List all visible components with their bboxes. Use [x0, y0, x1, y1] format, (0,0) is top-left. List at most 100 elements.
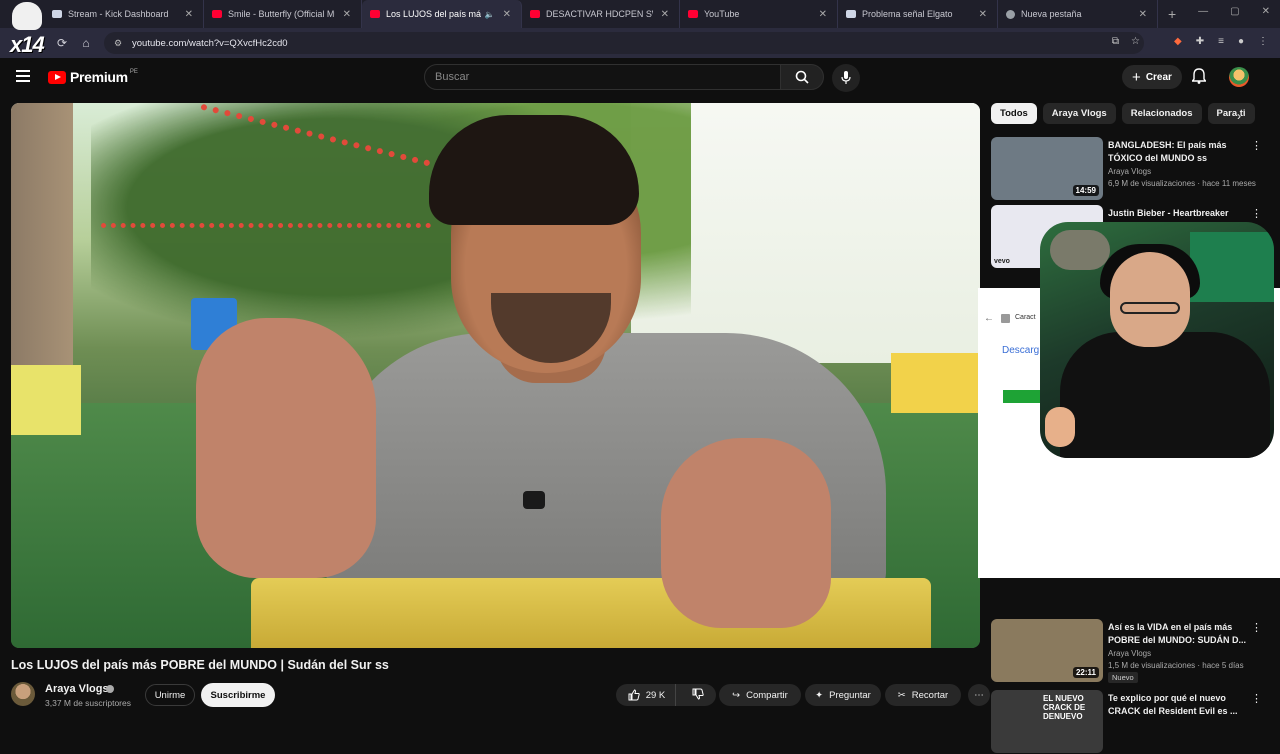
- video-thumbnail[interactable]: 22:11: [991, 619, 1103, 682]
- video-frame-person-hair: [429, 115, 639, 225]
- recommended-video-title[interactable]: BANGLADESH: El país más TÓXICO del MUNDO…: [1108, 139, 1248, 164]
- sparkle-icon: ✦: [815, 689, 824, 701]
- close-tab-icon[interactable]: ✕: [979, 9, 987, 20]
- join-button[interactable]: Unirme: [145, 684, 195, 706]
- video-thumbnail[interactable]: 14:59: [991, 137, 1103, 200]
- dislike-button[interactable]: [682, 688, 714, 703]
- install-app-icon[interactable]: ⧉: [1112, 36, 1119, 47]
- filter-chip[interactable]: Relacionados: [1121, 103, 1202, 124]
- channel-name[interactable]: Araya Vlogs: [45, 683, 109, 695]
- recommended-channel[interactable]: Araya Vlogs: [1108, 649, 1151, 658]
- browser-tab[interactable]: Nueva pestaña ✕: [998, 0, 1158, 28]
- close-window-icon[interactable]: ✕: [1262, 6, 1270, 17]
- more-dots-icon: ⋯: [974, 689, 984, 701]
- browser-tab-bar: Stream - Kick Dashboard ✕ Smile - Butterfl…: [0, 0, 1280, 28]
- home-icon[interactable]: ⌂: [74, 36, 98, 50]
- subscribe-button[interactable]: Suscribirme: [201, 683, 275, 707]
- video-frame-left-hand: [196, 318, 376, 578]
- scissors-icon: ✂: [897, 689, 906, 701]
- youtube-logo[interactable]: Premium PE: [48, 69, 138, 85]
- close-tab-icon[interactable]: ✕: [185, 9, 193, 20]
- browser-tab[interactable]: Los LUJOS del país más PO 🔈 ✕: [362, 0, 522, 28]
- voice-search-button[interactable]: [832, 64, 860, 92]
- mascot-hat-icon: [12, 2, 42, 30]
- tab-title: Problema señal Elgato: [862, 9, 953, 19]
- like-button[interactable]: 29 K: [618, 684, 677, 706]
- video-options-icon[interactable]: ⋮: [1251, 139, 1262, 152]
- browser-tab[interactable]: YouTube ✕: [680, 0, 838, 28]
- youtube-favicon-icon: [530, 10, 540, 18]
- tab-title: Nueva pestaña: [1021, 9, 1082, 19]
- extension-fox-icon[interactable]: ◆: [1174, 36, 1182, 47]
- recommended-video[interactable]: 14:59 BANGLADESH: El país más TÓXICO del …: [991, 137, 1271, 201]
- document-icon: [1001, 314, 1010, 323]
- back-arrow-icon[interactable]: ←: [984, 313, 994, 324]
- share-arrow-icon: ↪: [732, 689, 741, 701]
- webcam-mascot-icon: [1045, 407, 1075, 447]
- reload-icon[interactable]: ⟳: [50, 36, 74, 50]
- video-options-icon[interactable]: ⋮: [1251, 621, 1262, 634]
- webcam-microphone: [1050, 230, 1110, 270]
- more-actions-button[interactable]: ⋯: [968, 684, 990, 706]
- account-avatar[interactable]: [1229, 67, 1249, 87]
- browser-menu-icon[interactable]: ⋮: [1258, 36, 1268, 47]
- filter-chip[interactable]: Todos: [991, 103, 1037, 124]
- new-tab-icon[interactable]: +: [1168, 6, 1176, 22]
- audio-playing-icon[interactable]: 🔈: [485, 10, 495, 19]
- recommended-meta: 1,5 M de visualizaciones · hace 5 días: [1108, 661, 1244, 670]
- hamburger-menu-icon[interactable]: [16, 70, 30, 82]
- video-options-icon[interactable]: ⋮: [1251, 692, 1262, 705]
- recommended-video[interactable]: 22:11 Así es la VIDA en el país más POBRE…: [991, 619, 1271, 683]
- browser-address-bar: ⟳ ⌂ ⚙ youtube.com/watch?v=QXvcfHc2cd0 ⧉ …: [0, 28, 1280, 58]
- channel-avatar[interactable]: [11, 682, 35, 706]
- close-tab-icon[interactable]: ✕: [503, 9, 511, 20]
- extensions-puzzle-icon[interactable]: ✚: [1196, 36, 1204, 47]
- window-controls: — ▢ ✕: [1198, 6, 1270, 17]
- browser-tab[interactable]: Smile - Butterfly (Official Music ✕: [204, 0, 362, 28]
- video-thumbnail[interactable]: EL NUEVO CRACK DE DENUEVO: [991, 690, 1103, 753]
- search-input[interactable]: Buscar: [424, 64, 782, 90]
- filter-chip[interactable]: Araya Vlogs: [1042, 103, 1116, 124]
- close-tab-icon[interactable]: ✕: [1139, 9, 1147, 20]
- chevron-right-icon[interactable]: ›: [1237, 109, 1241, 123]
- globe-favicon-icon: [1006, 9, 1015, 19]
- close-tab-icon[interactable]: ✕: [661, 9, 669, 20]
- site-info-icon[interactable]: ⚙: [114, 38, 124, 48]
- recommended-video-title[interactable]: Justin Bieber - Heartbreaker: [1108, 207, 1248, 220]
- ask-label: Preguntar: [829, 689, 871, 701]
- share-label: Compartir: [746, 689, 788, 701]
- notifications-bell-icon[interactable]: [1191, 68, 1207, 89]
- browser-tab[interactable]: DESACTIVAR HDCPEN SWITCH ✕: [522, 0, 680, 28]
- subscriber-count: 3,37 M de suscriptores: [45, 698, 131, 708]
- video-player[interactable]: [11, 103, 980, 648]
- download-link[interactable]: Descarg: [1002, 345, 1039, 356]
- media-control-icon[interactable]: ≡: [1218, 36, 1224, 47]
- search-placeholder: Buscar: [435, 71, 470, 83]
- bookmark-star-icon[interactable]: ☆: [1131, 36, 1140, 47]
- youtube-header: Premium PE Buscar + Crear: [0, 58, 1280, 96]
- youtube-favicon-icon: [370, 10, 380, 18]
- browser-tab[interactable]: Problema señal Elgato ✕: [838, 0, 998, 28]
- recommended-video-title[interactable]: Así es la VIDA en el país más POBRE del …: [1108, 621, 1248, 646]
- video-options-icon[interactable]: ⋮: [1251, 207, 1262, 220]
- recommended-video[interactable]: EL NUEVO CRACK DE DENUEVO Te explico por …: [991, 690, 1271, 754]
- profile-icon[interactable]: ●: [1238, 36, 1244, 47]
- tab-title: Stream - Kick Dashboard: [68, 9, 169, 19]
- share-button[interactable]: ↪ Compartir: [719, 684, 801, 706]
- clip-button[interactable]: ✂ Recortar: [885, 684, 961, 706]
- recommended-channel[interactable]: Araya Vlogs: [1108, 167, 1151, 176]
- like-dislike-group: 29 K: [616, 684, 716, 706]
- ask-button[interactable]: ✦ Preguntar: [805, 684, 881, 706]
- search-button[interactable]: [780, 64, 824, 90]
- url-field[interactable]: ⚙ youtube.com/watch?v=QXvcfHc2cd0: [104, 32, 1144, 54]
- video-frame-lapel-mic: [523, 491, 545, 509]
- recommended-video-title[interactable]: Te explico por qué el nuevo CRACK del Re…: [1108, 692, 1248, 717]
- minimize-icon[interactable]: —: [1198, 6, 1208, 17]
- close-tab-icon[interactable]: ✕: [343, 9, 351, 20]
- maximize-icon[interactable]: ▢: [1230, 6, 1239, 17]
- webcam-background-screen: [1190, 232, 1274, 302]
- filter-chip[interactable]: Para ti: [1207, 103, 1255, 124]
- create-button[interactable]: + Crear: [1122, 65, 1182, 89]
- browser-tab[interactable]: Stream - Kick Dashboard ✕: [44, 0, 204, 28]
- close-tab-icon[interactable]: ✕: [819, 9, 827, 20]
